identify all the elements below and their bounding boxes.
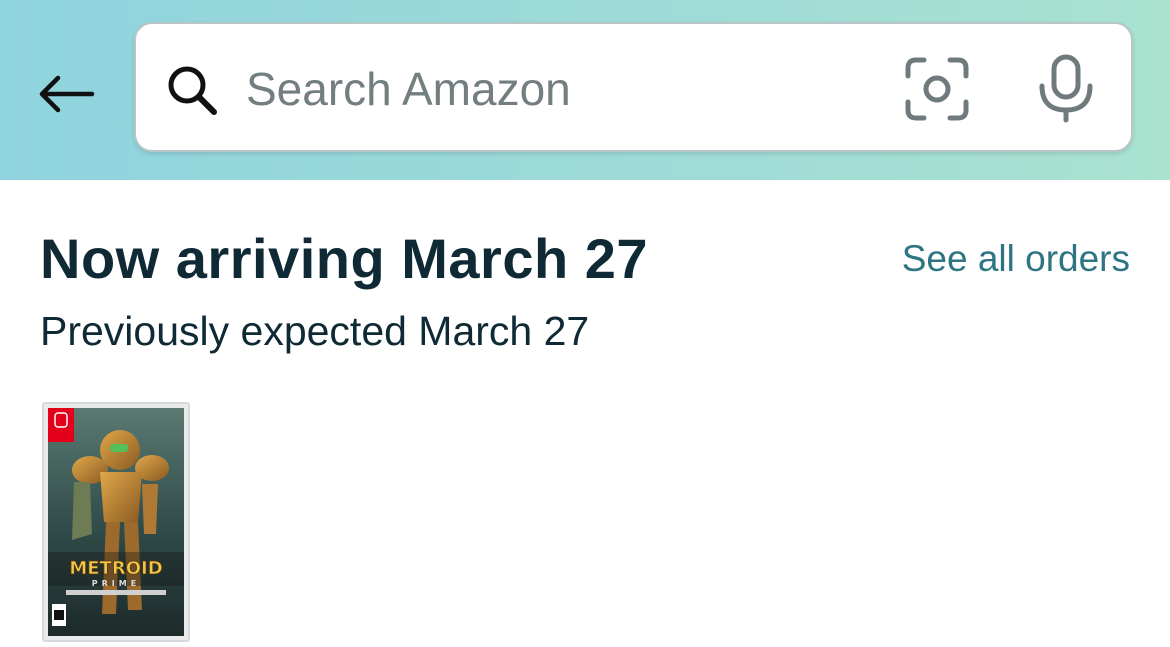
- delivery-previous-date: Previously expected March 27: [40, 308, 590, 354]
- delivery-status-title: Now arriving March 27: [40, 227, 649, 290]
- top-nav-bar: [0, 0, 1170, 180]
- product-box-subtitle: PRIME: [92, 579, 140, 588]
- back-button[interactable]: [30, 58, 102, 130]
- camera-scan-icon[interactable]: [904, 56, 970, 122]
- product-box-title: METROID: [69, 558, 162, 579]
- product-box-art: METROID PRIME: [48, 408, 184, 636]
- see-all-orders-link[interactable]: See all orders: [902, 238, 1130, 280]
- microphone-icon[interactable]: [1032, 54, 1100, 124]
- search-bar[interactable]: [134, 22, 1133, 152]
- search-icon: [168, 66, 217, 115]
- arrow-left-icon: [39, 75, 95, 113]
- product-thumbnail[interactable]: METROID PRIME: [42, 402, 190, 642]
- search-input[interactable]: [246, 52, 866, 126]
